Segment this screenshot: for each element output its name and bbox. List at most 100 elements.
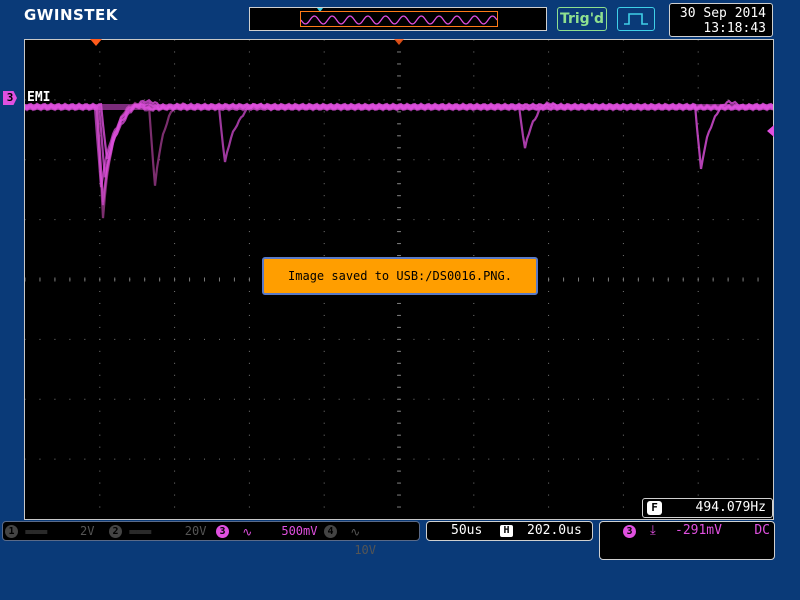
grid-dot [622,243,624,245]
grid-dot [84,398,86,400]
channel-3-trace [25,101,773,178]
grid-dot [383,398,385,400]
grid-dot [323,398,325,400]
grid-dot [473,506,475,508]
grid-dot [248,410,250,412]
ac-coupling-icon: ∿ [350,524,361,539]
channel-1-status[interactable]: 1 ═══ 2V [5,522,94,540]
grid-dot [99,386,101,388]
grid-dot [248,123,250,125]
grid-dot [323,410,325,412]
grid-dot [174,231,176,233]
grid-dot [99,290,101,292]
axis-tick [84,277,86,282]
axis-tick [189,277,191,282]
grid-dot [99,99,101,101]
axis-tick [397,195,401,197]
grid-dot [174,410,176,412]
timebase-readout[interactable]: 50us H 202.0us [426,521,593,541]
memory-position-bar[interactable] [249,7,547,31]
grid-dot [548,506,550,508]
dc-coupling-icon: ═══ [129,524,152,539]
grid-dot [174,362,176,364]
trigger-mode-button[interactable] [617,7,655,31]
grid-dot [458,398,460,400]
channel-3-label: EMI [27,90,51,105]
grid-dot [323,243,325,245]
grid-dot [338,398,340,400]
grid-dot [548,75,550,77]
grid-dot [338,159,340,161]
grid-dot [503,159,505,161]
grid-dot [637,458,639,460]
grid-dot [323,183,325,185]
grid-dot [174,219,176,221]
grid-dot [428,99,430,101]
grid-dot [174,135,176,137]
trigger-readout[interactable]: 3 ⤓ -291mV DC [599,521,775,560]
grid-dot [563,338,565,340]
memory-view-window [300,11,498,27]
axis-tick [114,277,116,282]
grid-dot [233,338,235,340]
grid-dot [338,99,340,101]
grid-dot [473,195,475,197]
grid-dot [174,398,176,400]
brand-logo: GWINSTEK [24,6,118,24]
grid-dot [233,219,235,221]
grid-dot [293,398,295,400]
grid-dot [99,434,101,436]
grid-dot [99,219,101,221]
grid-dot [727,159,729,161]
axis-tick [712,277,714,282]
grid-dot [548,398,550,400]
grid-dot [248,482,250,484]
grid-dot [39,458,41,460]
axis-tick [54,277,56,282]
axis-tick [397,99,401,101]
axis-tick [622,277,624,282]
grid-dot [667,219,669,221]
trigger-position-icon [90,39,102,46]
grid-dot [563,219,565,221]
grid-dot [218,219,220,221]
grid-dot [174,374,176,376]
trigger-level-icon[interactable] [767,125,774,137]
grid-dot [174,446,176,448]
grid-dot [548,434,550,436]
grid-dot [742,338,744,340]
grid-dot [413,398,415,400]
channel-3-status[interactable]: 3 ∿ 500mV [216,522,317,540]
grid-dot [622,255,624,257]
channel-4-status[interactable]: 4 ∿ 10V [324,522,419,557]
grid-dot [323,446,325,448]
grid-dot [174,494,176,496]
grid-dot [443,398,445,400]
grid-dot [338,338,340,340]
grid-dot [69,398,71,400]
channel-4-number: 4 [324,525,337,538]
grid-dot [159,458,161,460]
channel-2-status[interactable]: 2 ═══ 20V [109,522,206,540]
channel-3-ground-marker[interactable]: 3 [3,91,17,105]
grid-dot [323,422,325,424]
grid-dot [473,386,475,388]
grid-dot [308,219,310,221]
grid-dot [293,99,295,101]
channel-1-number: 1 [5,525,18,538]
grid-dot [174,338,176,340]
grid-dot [473,75,475,77]
grid-dot [607,99,609,101]
grid-dot [323,147,325,149]
grid-dot [578,338,580,340]
grid-dot [248,446,250,448]
grid-dot [99,362,101,364]
grid-dot [99,410,101,412]
grid-dot [174,386,176,388]
grid-dot [473,243,475,245]
axis-tick [397,506,401,508]
grid-dot [248,362,250,364]
grid-dot [607,458,609,460]
timebase-scale: 50us [451,523,483,538]
grid-dot [383,458,385,460]
